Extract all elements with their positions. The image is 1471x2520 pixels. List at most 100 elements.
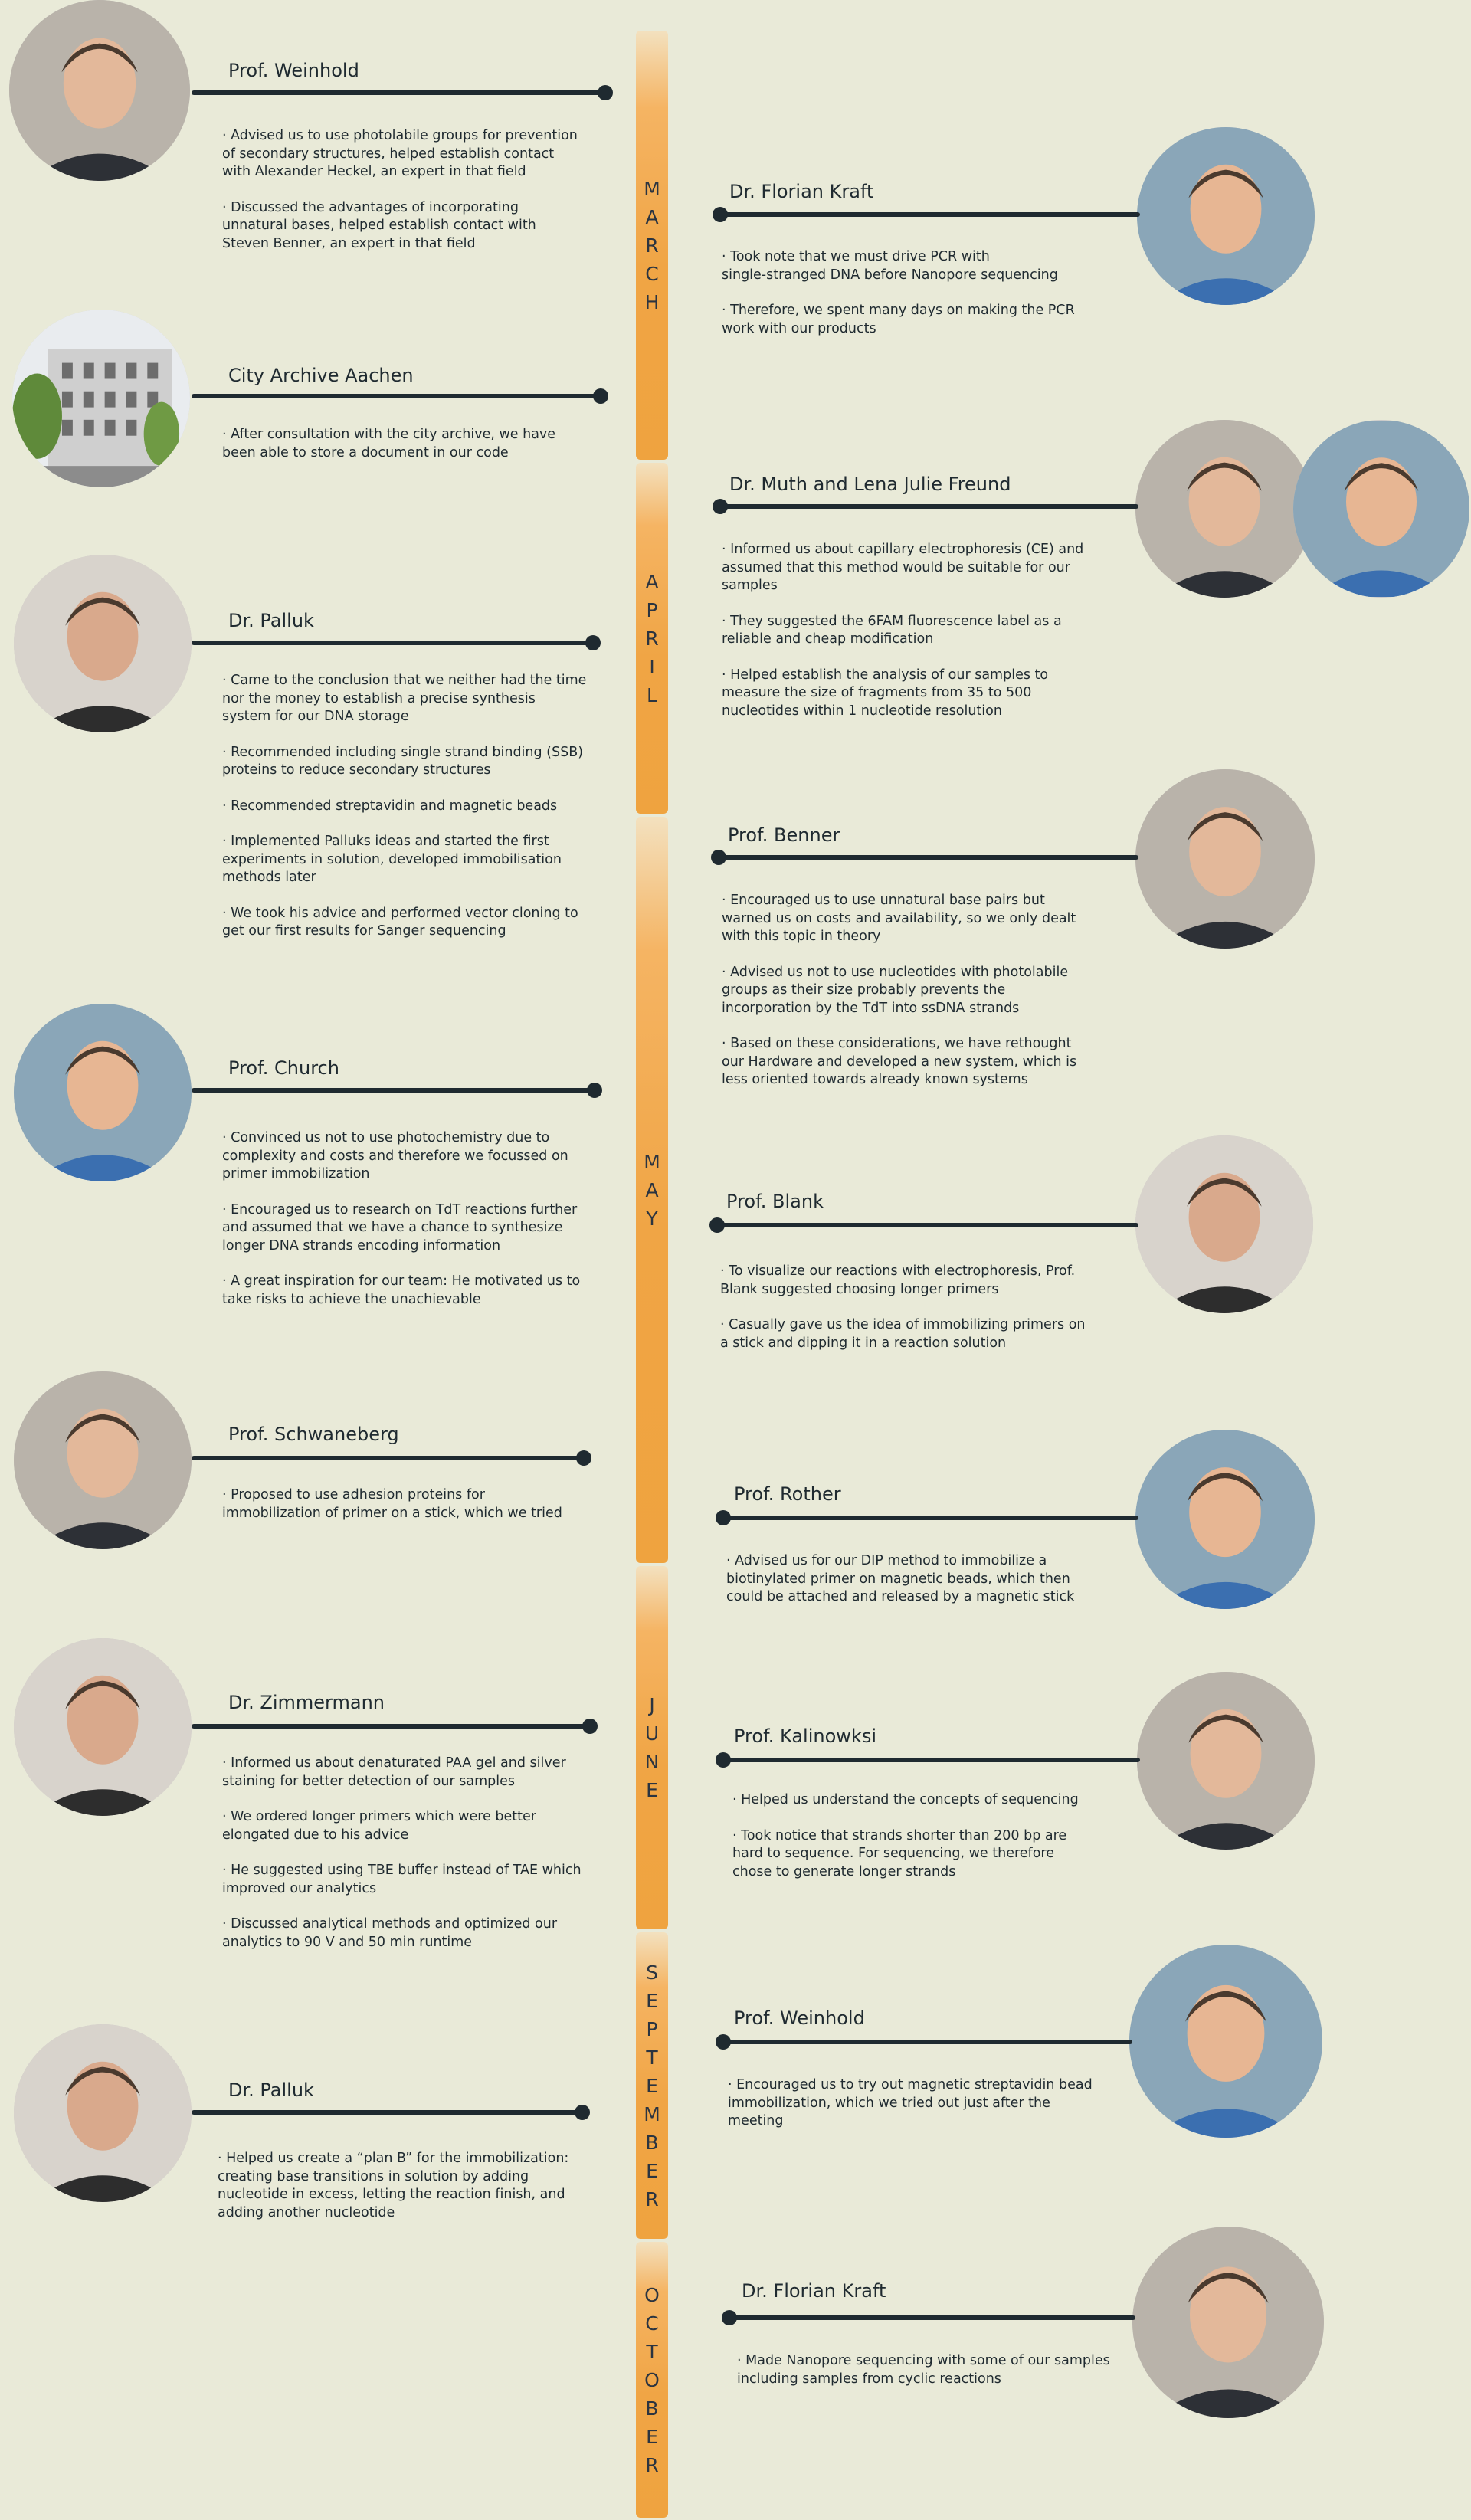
entry-name: Dr. Muth and Lena Julie Freund [729, 474, 1011, 495]
note-item: · A great inspiration for our team: He m… [222, 1273, 581, 1307]
month-june: J U N E [636, 1566, 668, 1929]
portrait-photo [1135, 1430, 1315, 1609]
portrait-photo [14, 1371, 192, 1549]
note-item: · We ordered longer primers which were b… [222, 1809, 536, 1843]
month-october: O C T O B E R [636, 2242, 668, 2518]
note-item: · Based on these considerations, we have… [722, 1036, 1077, 1087]
entry-name: Dr. Florian Kraft [742, 2280, 886, 2302]
note-item: · Recommended including single strand bi… [222, 744, 584, 778]
note-item: · Helped us understand the concepts of s… [732, 1792, 1079, 1807]
connector-dot [713, 499, 728, 514]
note-item: · Took notice that strands shorter than … [732, 1827, 1067, 1879]
entry-notes: · After consultation with the city archi… [222, 426, 621, 480]
portrait-photo [14, 1638, 192, 1816]
connector-dot [576, 1450, 591, 1466]
note-item: · Advised us to use photolabile groups f… [222, 128, 578, 179]
connector-line [192, 1088, 593, 1093]
connector-dot [582, 1719, 598, 1734]
connector-line [717, 1223, 1138, 1227]
connector-line [723, 2040, 1132, 2044]
connector-dot [716, 1752, 731, 1768]
portrait-photo [1137, 127, 1315, 305]
entry-notes: · Encouraged us to use unnatural base pa… [722, 892, 1135, 1107]
entry-name: Dr. Zimmermann [228, 1692, 385, 1713]
connector-line [723, 1516, 1138, 1520]
month-may: M A Y [636, 817, 668, 1563]
entry-notes: · Encouraged us to try out magnetic stre… [728, 2076, 1142, 2148]
note-item: · Discussed analytical methods and optim… [222, 1916, 558, 1950]
portrait-photo-muth [1135, 420, 1313, 598]
note-item: · Made Nanopore sequencing with some of … [737, 2353, 1110, 2387]
note-item: · Implemented Palluks ideas and started … [222, 834, 562, 885]
entry-name: City Archive Aachen [228, 365, 414, 386]
connector-line [192, 641, 591, 645]
connector-dot [716, 2034, 731, 2050]
note-item: · We took his advice and performed vecto… [222, 905, 578, 939]
connector-dot [709, 1217, 725, 1233]
entry-notes: · Took note that we must drive PCR with … [722, 248, 1120, 356]
connector-line [192, 394, 599, 398]
month-label: S E P T E M B E R [644, 1961, 660, 2210]
entry-name: Prof. Rother [734, 1483, 841, 1505]
entry-notes: · Proposed to use adhesion proteins for … [222, 1486, 621, 1540]
connector-dot [587, 1083, 602, 1098]
note-item: · Convinced us not to use photochemistry… [222, 1130, 568, 1181]
note-item: · After consultation with the city archi… [222, 427, 556, 460]
portrait-photo-freund [1293, 420, 1469, 598]
month-september: S E P T E M B E R [636, 1932, 668, 2239]
entry-name: Prof. Weinhold [228, 60, 359, 81]
note-item: · Proposed to use adhesion proteins for … [222, 1487, 562, 1521]
month-label: M A R C H [644, 177, 660, 313]
portrait-photo [14, 1004, 192, 1181]
portrait-photo [14, 2024, 192, 2202]
note-item: · Helped us create a “plan B” for the im… [218, 2151, 569, 2220]
entry-notes: · To visualize our reactions with electr… [720, 1263, 1134, 1370]
note-item: · Helped establish the analysis of our s… [722, 667, 1049, 719]
month-label: M A Y [644, 1150, 660, 1230]
note-item: · Took note that we must drive PCR with … [722, 249, 1058, 283]
connector-line [719, 855, 1138, 860]
entry-notes: · Helped us create a “plan B” for the im… [218, 2150, 624, 2240]
connector-dot [713, 207, 728, 222]
entry-notes: · Advised us to use photolabile groups f… [222, 127, 621, 270]
portrait-photo [1129, 1945, 1322, 2138]
entry-notes: · Advised us for our DIP method to immob… [726, 1552, 1140, 1624]
connector-line [729, 2315, 1135, 2320]
connector-line [192, 2110, 581, 2115]
connector-line [723, 1758, 1140, 1762]
entry-name: Prof. Weinhold [734, 2007, 865, 2029]
entry-name: Prof. Benner [728, 824, 840, 846]
note-item: · Informed us about capillary electropho… [722, 542, 1084, 593]
entry-notes: · Informed us about capillary electropho… [722, 541, 1135, 738]
connector-dot [716, 1510, 731, 1525]
connector-dot [722, 2310, 737, 2325]
portrait-photo [1137, 1672, 1315, 1850]
connector-dot [593, 388, 608, 404]
portrait-photo [14, 555, 192, 732]
connector-line [192, 1724, 588, 1729]
note-item: · Therefore, we spent many days on makin… [722, 303, 1075, 336]
entry-name: Prof. Kalinowksi [734, 1725, 876, 1747]
note-item: · Encouraged us to try out magnetic stre… [728, 2077, 1093, 2128]
connector-dot [575, 2105, 590, 2120]
entry-notes: · Informed us about denaturated PAA gel … [222, 1755, 621, 1969]
month-march: M A R C H [636, 31, 668, 460]
month-april: A P R I L [636, 463, 668, 814]
note-item: · Casually gave us the idea of immobiliz… [720, 1317, 1086, 1351]
portrait-photo [9, 0, 190, 181]
note-item: · Advised us for our DIP method to immob… [726, 1553, 1075, 1604]
portrait-photo [1135, 769, 1315, 949]
note-item: · Came to the conclusion that we neither… [222, 673, 587, 724]
portrait-photo [1135, 1135, 1313, 1313]
note-item: · To visualize our reactions with electr… [720, 1263, 1076, 1297]
entry-notes: · Convinced us not to use photochemistry… [222, 1129, 621, 1326]
month-label: O C T O B E R [644, 2283, 660, 2476]
entry-name: Prof. Blank [726, 1191, 824, 1212]
connector-line [192, 1456, 582, 1460]
entry-name: Dr. Florian Kraft [729, 181, 874, 202]
note-item: · Encouraged us to research on TdT react… [222, 1201, 578, 1253]
month-label: A P R I L [645, 570, 659, 706]
note-item: · They suggested the 6FAM fluorescence l… [722, 613, 1062, 647]
building-photo [12, 310, 190, 487]
connector-dot [585, 635, 601, 650]
